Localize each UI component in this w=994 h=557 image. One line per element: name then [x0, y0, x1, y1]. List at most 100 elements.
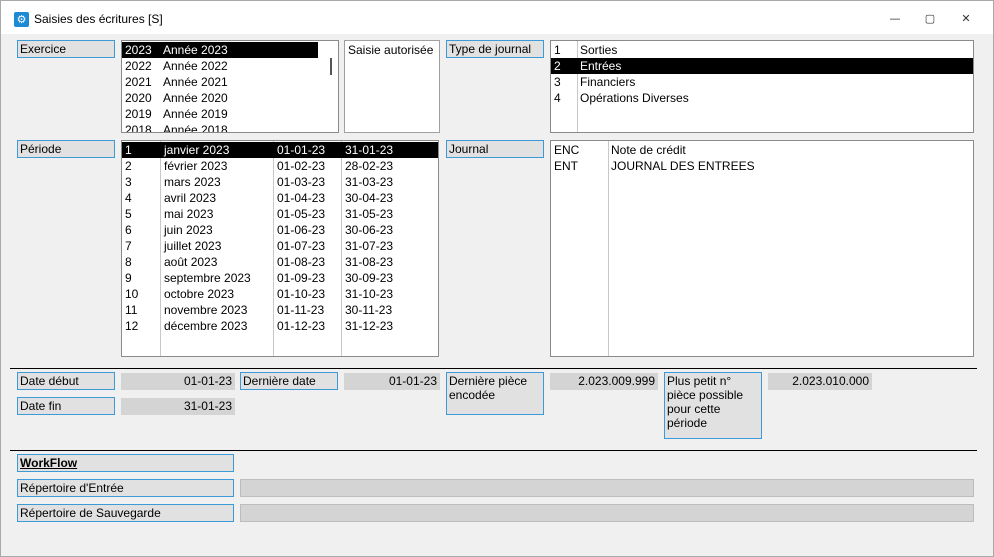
type-code: 2: [554, 59, 561, 73]
minimize-icon[interactable]: —: [880, 9, 910, 29]
periode-name: juin 2023: [164, 223, 213, 237]
periode-start: 01-09-23: [277, 271, 326, 285]
derniere-date-field[interactable]: 01-01-23: [344, 373, 440, 390]
type-journal-row[interactable]: 3 Financiers: [551, 74, 973, 90]
periode-name: février 2023: [164, 159, 228, 173]
maximize-icon[interactable]: ▢: [915, 9, 945, 29]
periode-end: 30-06-23: [345, 223, 394, 237]
journal-code: ENT: [554, 159, 578, 173]
type-journal-row[interactable]: 4 Opérations Diverses: [551, 90, 973, 106]
repertoire-sauvegarde-field[interactable]: [240, 504, 974, 522]
exercice-label-text: Année 2019: [163, 107, 228, 121]
exercice-year: 2022: [125, 59, 152, 73]
periode-end: 30-09-23: [345, 271, 394, 285]
repertoire-entree-field[interactable]: [240, 479, 974, 497]
exercice-list[interactable]: 2023 Année 2023 2022 Année 2022 2021 Année 20…: [121, 40, 339, 133]
date-fin-field[interactable]: 31-01-23: [121, 398, 235, 415]
periode-row[interactable]: 1 janvier 2023 01-01-23 31-01-23: [122, 142, 438, 158]
exercice-year: 2023: [125, 43, 152, 57]
periode-name: mars 2023: [164, 175, 221, 189]
periode-num: 7: [125, 239, 132, 253]
periode-end: 30-04-23: [345, 191, 394, 205]
exercice-year: 2019: [125, 107, 152, 121]
date-fin-label: Date fin: [17, 397, 115, 415]
periode-name: octobre 2023: [164, 287, 235, 301]
exercice-label-text: Année 2018: [163, 123, 228, 133]
type-journal-row[interactable]: 2 Entrées: [551, 58, 973, 74]
exercice-label: Exercice: [17, 40, 115, 58]
exercice-scrollbar[interactable]: [330, 58, 332, 75]
periode-end: 30-11-23: [345, 303, 393, 317]
type-journal-row[interactable]: 1 Sorties: [551, 42, 973, 58]
journal-row[interactable]: ENT JOURNAL DES ENTREES: [551, 158, 973, 174]
periode-end: 31-08-23: [345, 255, 394, 269]
derniere-piece-field[interactable]: 2.023.009.999: [550, 373, 658, 390]
saisie-autorisee-panel: Saisie autorisée: [344, 40, 440, 133]
periode-num: 8: [125, 255, 132, 269]
type-journal-label: Type de journal: [446, 40, 544, 58]
periode-name: juillet 2023: [164, 239, 222, 253]
exercice-label-text: Année 2020: [163, 91, 228, 105]
periode-row[interactable]: 3 mars 2023 01-03-23 31-03-23: [122, 174, 438, 190]
journal-row[interactable]: ENC Note de crédit: [551, 142, 973, 158]
date-debut-field[interactable]: 01-01-23: [121, 373, 235, 390]
periode-row[interactable]: 12 décembre 2023 01-12-23 31-12-23: [122, 318, 438, 334]
exercice-row[interactable]: 2023 Année 2023: [122, 42, 318, 58]
periode-num: 3: [125, 175, 132, 189]
periode-start: 01-03-23: [277, 175, 326, 189]
periode-end: 31-03-23: [345, 175, 394, 189]
periode-list[interactable]: 1 janvier 2023 01-01-23 31-01-23 2 février 20…: [121, 140, 439, 357]
periode-row[interactable]: 7 juillet 2023 01-07-23 31-07-23: [122, 238, 438, 254]
periode-start: 01-01-23: [277, 143, 326, 157]
close-icon[interactable]: ✕: [951, 9, 981, 29]
periode-name: avril 2023: [164, 191, 217, 205]
periode-row[interactable]: 6 juin 2023 01-06-23 30-06-23: [122, 222, 438, 238]
periode-num: 11: [125, 303, 138, 317]
window-title: Saisies des écritures [S]: [34, 12, 163, 26]
exercice-row[interactable]: 2020 Année 2020: [122, 90, 322, 106]
derniere-date-label: Dernière date: [240, 372, 338, 390]
periode-row[interactable]: 4 avril 2023 01-04-23 30-04-23: [122, 190, 438, 206]
exercice-year: 2020: [125, 91, 152, 105]
journal-list[interactable]: ENC Note de crédit ENT JOURNAL DES ENTREES: [550, 140, 974, 357]
exercice-year: 2018: [125, 123, 152, 133]
journal-label: Journal: [446, 140, 544, 158]
periode-row[interactable]: 9 septembre 2023 01-09-23 30-09-23: [122, 270, 438, 286]
workflow-label: WorkFlow: [17, 454, 234, 472]
periode-num: 2: [125, 159, 132, 173]
saisie-autorisee-label: Saisie autorisée: [348, 43, 434, 57]
periode-name: août 2023: [164, 255, 218, 269]
periode-start: 01-08-23: [277, 255, 326, 269]
periode-num: 1: [125, 143, 132, 157]
periode-num: 5: [125, 207, 132, 221]
exercice-row[interactable]: 2019 Année 2019: [122, 106, 322, 122]
periode-num: 6: [125, 223, 132, 237]
exercice-label-text: Année 2021: [163, 75, 228, 89]
exercice-row[interactable]: 2018 Année 2018: [122, 122, 322, 133]
exercice-row[interactable]: 2021 Année 2021: [122, 74, 322, 90]
periode-row[interactable]: 11 novembre 2023 01-11-23 30-11-23: [122, 302, 438, 318]
type-label-text: Sorties: [580, 43, 618, 57]
periode-label: Période: [17, 140, 115, 158]
periode-row[interactable]: 10 octobre 2023 01-10-23 31-10-23: [122, 286, 438, 302]
periode-name: novembre 2023: [164, 303, 248, 317]
periode-row[interactable]: 2 février 2023 01-02-23 28-02-23: [122, 158, 438, 174]
periode-row[interactable]: 5 mai 2023 01-05-23 31-05-23: [122, 206, 438, 222]
repertoire-sauvegarde-label: Répertoire de Sauvegarde: [17, 504, 234, 522]
type-code: 1: [554, 43, 561, 57]
separator: [10, 450, 977, 451]
plus-petit-field[interactable]: 2.023.010.000: [768, 373, 872, 390]
exercice-row[interactable]: 2022 Année 2022: [122, 58, 322, 74]
type-label-text: Opérations Diverses: [580, 91, 689, 105]
periode-row[interactable]: 8 août 2023 01-08-23 31-08-23: [122, 254, 438, 270]
journal-label-text: Note de crédit: [611, 143, 686, 157]
type-label-text: Entrées: [580, 59, 622, 73]
periode-end: 28-02-23: [345, 159, 394, 173]
periode-start: 01-02-23: [277, 159, 326, 173]
periode-start: 01-12-23: [277, 319, 326, 333]
periode-end: 31-07-23: [345, 239, 394, 253]
type-journal-list[interactable]: 1 Sorties 2 Entrées 3 Financiers 4 Opérations D…: [550, 40, 974, 133]
exercice-year: 2021: [125, 75, 152, 89]
repertoire-entree-label: Répertoire d'Entrée: [17, 479, 234, 497]
journal-code: ENC: [554, 143, 580, 157]
